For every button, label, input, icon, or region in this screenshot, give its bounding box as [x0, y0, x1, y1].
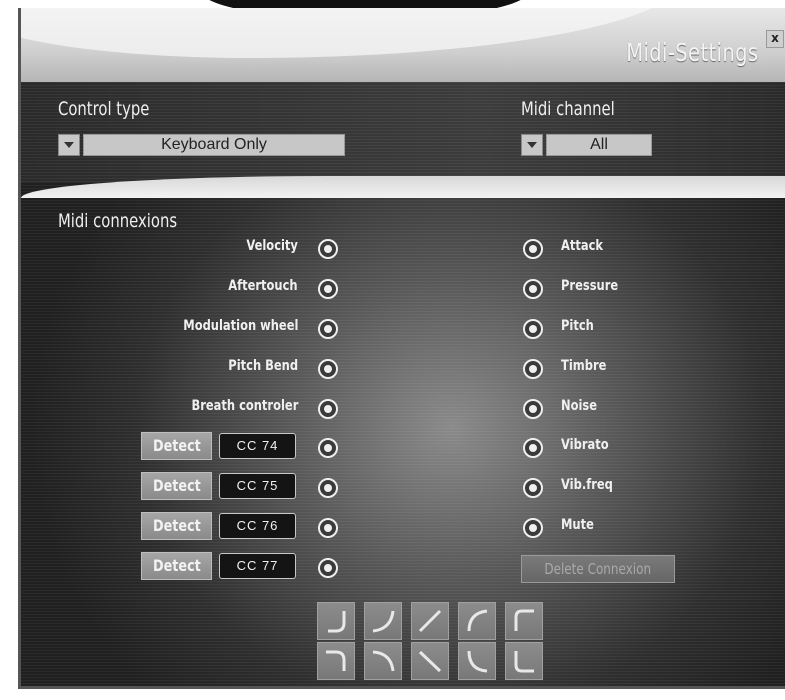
target-radio[interactable] — [523, 478, 543, 498]
detect-button[interactable]: Detect — [141, 512, 212, 540]
midi-channel-value[interactable]: All — [546, 134, 652, 156]
target-radio[interactable] — [523, 239, 543, 259]
target-radio[interactable] — [523, 319, 543, 339]
source-radio[interactable] — [318, 558, 338, 578]
target-label: Pitch — [561, 318, 594, 334]
close-button[interactable]: x — [766, 30, 784, 48]
window-title: Midi-Settings — [625, 38, 758, 67]
midi-settings-window: Midi-Settings x Control type Keyboard On… — [18, 8, 785, 689]
window-header: Midi-Settings x — [21, 8, 785, 82]
target-label: Vibrato — [561, 437, 609, 453]
target-label: Attack — [561, 238, 604, 254]
source-label: Pitch Bend — [228, 358, 298, 374]
source-radio[interactable] — [318, 438, 338, 458]
control-type-value[interactable]: Keyboard Only — [83, 134, 345, 156]
cc-value: CC 77 — [219, 553, 296, 579]
curve-convex-up-icon[interactable] — [317, 602, 355, 640]
detect-button[interactable]: Detect — [141, 472, 212, 500]
cc-value: CC 76 — [219, 513, 296, 539]
curve-concave-up-icon[interactable] — [364, 602, 402, 640]
source-label: Breath controler — [191, 398, 298, 414]
midi-channel-label: Midi channel — [521, 98, 615, 120]
target-label: Vib.freq — [561, 477, 613, 493]
midi-channel-dropdown[interactable]: All — [521, 134, 652, 156]
curve-linear-down-icon[interactable] — [411, 642, 449, 680]
chevron-down-icon[interactable] — [521, 134, 543, 156]
source-radio[interactable] — [318, 359, 338, 379]
target-radio[interactable] — [523, 518, 543, 538]
cc-value: CC 75 — [219, 473, 296, 499]
target-label: Pressure — [561, 278, 619, 294]
source-label: Velocity — [246, 238, 298, 254]
detect-button[interactable]: Detect — [141, 432, 212, 460]
target-radio[interactable] — [523, 359, 543, 379]
target-label: Noise — [561, 398, 598, 414]
curve-step-up-icon[interactable] — [505, 602, 543, 640]
source-radio[interactable] — [318, 478, 338, 498]
settings-band — [21, 82, 785, 182]
chevron-down-icon[interactable] — [58, 134, 80, 156]
header-curve — [21, 8, 681, 58]
control-type-dropdown[interactable]: Keyboard Only — [58, 134, 345, 156]
target-radio[interactable] — [523, 279, 543, 299]
target-label: Mute — [561, 517, 594, 533]
source-radio[interactable] — [318, 518, 338, 538]
source-label: Aftertouch — [228, 278, 298, 294]
cc-value: CC 74 — [219, 433, 296, 459]
control-type-label: Control type — [58, 98, 150, 120]
delete-connexion-button[interactable]: Delete Connexion — [521, 555, 675, 583]
detect-button[interactable]: Detect — [141, 552, 212, 580]
midi-connexions-heading: Midi connexions — [58, 210, 178, 232]
curve-arc-up-icon[interactable] — [458, 602, 496, 640]
curve-convex-down-icon[interactable] — [317, 642, 355, 680]
source-radio[interactable] — [318, 279, 338, 299]
curve-linear-up-icon[interactable] — [411, 602, 449, 640]
target-radio[interactable] — [523, 399, 543, 419]
curve-step-down-icon[interactable] — [505, 642, 543, 680]
target-radio[interactable] — [523, 438, 543, 458]
curve-arc-down-icon[interactable] — [458, 642, 496, 680]
source-radio[interactable] — [318, 239, 338, 259]
source-radio[interactable] — [318, 319, 338, 339]
target-label: Timbre — [561, 358, 607, 374]
source-label: Modulation wheel — [182, 318, 298, 334]
curve-concave-down-icon[interactable] — [364, 642, 402, 680]
source-radio[interactable] — [318, 399, 338, 419]
